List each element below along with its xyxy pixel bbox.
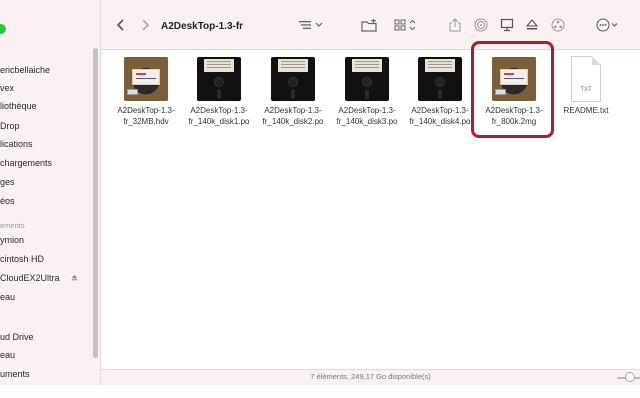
airdrop-button[interactable]: [473, 18, 489, 32]
floppy-disk-icon: [344, 56, 390, 102]
floppy-disk-icon: [196, 56, 242, 102]
eject-button[interactable]: [524, 18, 540, 32]
window-title: A2DeskTop-1.3-fr: [161, 21, 244, 32]
file-grid: A2DeskTop-1.3-fr_32MB.hdv A2DeskTop-1.3-…: [101, 51, 640, 369]
desktop-button[interactable]: [499, 18, 515, 32]
forward-button[interactable]: [139, 18, 151, 32]
chevron-left-icon: [117, 19, 124, 31]
file-type-label: TXT: [580, 87, 592, 93]
floppy-disk-icon: [417, 56, 463, 102]
background: [0, 385, 640, 398]
file-item[interactable]: A2DeskTop-1.3-fr_140k_disk3.po: [329, 56, 405, 127]
status-text: 7 éléments, 249,17 Go disponible(s): [310, 372, 431, 381]
sidebar-item-icloud-drive[interactable]: ud Drive: [0, 328, 96, 346]
eject-icon: [525, 19, 539, 30]
back-button[interactable]: [115, 18, 127, 32]
sidebar-item-mycloud-label: CloudEX2Ultra: [0, 273, 60, 283]
network-button[interactable]: [550, 18, 566, 32]
toolbar: A2DeskTop-1.3-fr: [101, 0, 640, 50]
sidebar-item-applications[interactable]: lications: [0, 135, 96, 153]
file-item[interactable]: A2DeskTop-1.3-fr_140k_disk4.po: [402, 56, 478, 127]
zoom-window-button[interactable]: [0, 24, 6, 34]
file-name: A2DeskTop-1.3-fr_140k_disk4.po: [409, 106, 471, 126]
sidebar: ericbellaiche vex liothèque Drop licatio…: [0, 0, 101, 385]
share-button[interactable]: [448, 18, 462, 32]
sidebar-item-videos[interactable]: éos: [0, 192, 96, 210]
new-folder-button[interactable]: [360, 18, 378, 32]
icon-size-slider-knob[interactable]: [625, 372, 635, 382]
sidebar-item-recents[interactable]: vex: [0, 79, 96, 97]
hard-disk-image-icon: [123, 56, 169, 102]
sidebar-item-downloads[interactable]: chargements: [0, 154, 96, 172]
file-name: A2DeskTop-1.3-fr_140k_disk2.po: [262, 106, 324, 126]
file-name: README.txt: [563, 106, 609, 115]
sidebar-item-network[interactable]: eau: [0, 288, 96, 306]
file-name: A2DeskTop-1.3-fr_32MB.hdv: [117, 106, 175, 126]
grid-view-button[interactable]: [393, 18, 419, 32]
sidebar-item-desktop[interactable]: eau: [0, 346, 96, 364]
sidebar-item-macintosh-hd[interactable]: cintosh HD: [0, 250, 96, 268]
sidebar-item-library[interactable]: liothèque: [0, 97, 96, 115]
file-name: A2DeskTop-1.3-fr_140k_disk3.po: [336, 106, 398, 126]
folder-plus-icon: [361, 18, 377, 32]
airdrop-icon: [474, 18, 488, 32]
sidebar-item-mycloud[interactable]: CloudEX2Ultra: [0, 269, 96, 287]
sidebar-item-airdrop[interactable]: Drop: [0, 117, 96, 135]
sidebar-item-documents[interactable]: uments: [0, 365, 96, 383]
floppy-disk-icon: [270, 56, 316, 102]
file-item[interactable]: A2DeskTop-1.3-fr_140k_disk2.po: [255, 56, 331, 127]
share-icon: [449, 18, 461, 32]
eject-icon[interactable]: [71, 274, 78, 281]
sidebar-item-user[interactable]: ericbellaiche: [0, 61, 96, 79]
status-bar: 7 éléments, 249,17 Go disponible(s): [101, 369, 640, 385]
sidebar-scrollbar[interactable]: [93, 48, 98, 358]
file-name: A2DeskTop-1.3-fr_140k_disk1.po: [188, 106, 250, 126]
sidebar-item-images[interactable]: ges: [0, 173, 96, 191]
desktop-icon: [500, 18, 514, 32]
network-icon: [551, 18, 565, 32]
text-document-icon: TXT: [563, 56, 609, 102]
chevron-right-icon: [142, 19, 149, 31]
highlight-annotation: [471, 41, 554, 138]
ellipsis-icon: [596, 18, 618, 32]
sidebar-item-location-1[interactable]: ymion: [0, 231, 96, 249]
view-options-button[interactable]: [297, 18, 325, 32]
sidebar-section-locations: ements: [0, 221, 25, 230]
list-icon: [299, 21, 323, 29]
file-item[interactable]: A2DeskTop-1.3-fr_140k_disk1.po: [181, 56, 257, 127]
file-item[interactable]: A2DeskTop-1.3-fr_32MB.hdv: [108, 56, 184, 127]
grid-icon: [394, 19, 416, 31]
more-actions-button[interactable]: [595, 18, 621, 32]
finder-window: ericbellaiche vex liothèque Drop licatio…: [0, 0, 640, 385]
file-item[interactable]: TXT README.txt: [548, 56, 624, 116]
